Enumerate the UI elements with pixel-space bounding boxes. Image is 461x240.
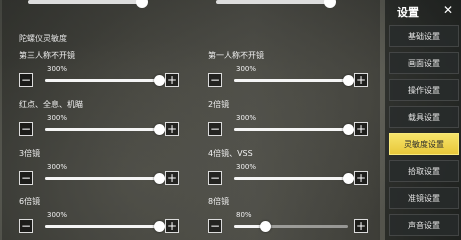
increase-button[interactable]: + [354,73,368,87]
setting-label: 红点、全息、机瞄 [19,100,83,109]
decrease-button[interactable]: − [208,219,222,233]
increase-button[interactable]: + [165,219,179,233]
slider-knob[interactable] [343,124,354,135]
decrease-button[interactable]: − [208,122,222,136]
sidebar-item-sensitivity[interactable]: 灵敏度设置 [389,133,459,155]
close-icon[interactable]: ✕ [443,3,453,17]
setting-6x-scope: 6倍镜 300% − + [19,196,179,236]
setting-label: 3倍镜 [19,149,41,158]
slider-fill [45,177,159,180]
top-slider-left[interactable] [28,0,148,8]
setting-third-person-no-scope: 第三人称不开镜 300% − + [19,50,179,90]
setting-label: 4倍镜、VSS [208,149,253,158]
increase-button[interactable]: + [354,219,368,233]
increase-button[interactable]: + [165,73,179,87]
increase-button[interactable]: + [354,171,368,185]
increase-button[interactable]: + [165,122,179,136]
slider-knob[interactable] [343,75,354,86]
setting-first-person-no-scope: 第一人称不开镜 300% − + [208,50,368,90]
slider-fill [45,128,159,131]
top-sliders-partial [2,0,380,10]
slider-fill [45,225,159,228]
decrease-button[interactable]: − [19,171,33,185]
sensitivity-slider[interactable] [234,124,354,135]
slider-knob[interactable] [154,221,165,232]
setting-value: 300% [47,114,68,122]
decrease-button[interactable]: − [208,171,222,185]
sidebar-item-graphics[interactable]: 画面设置 [389,52,459,74]
top-slider-left-knob[interactable] [136,0,148,8]
setting-label: 第一人称不开镜 [208,51,264,60]
setting-2x-scope: 2倍镜 300% − + [208,99,368,139]
slider-knob[interactable] [260,221,271,232]
sensitivity-slider[interactable] [234,221,348,232]
sidebar-item-basic[interactable]: 基础设置 [389,25,459,47]
sensitivity-panel: 陀螺仪灵敏度 第三人称不开镜 300% − + 第一人称不开镜 300% − +… [2,0,380,240]
slider-knob[interactable] [343,173,354,184]
slider-fill [234,79,348,82]
setting-value: 80% [236,211,252,219]
sensitivity-slider[interactable] [234,173,354,184]
sensitivity-slider[interactable] [45,75,165,86]
sensitivity-slider[interactable] [234,75,354,86]
setting-value: 300% [47,65,68,73]
setting-label: 8倍镜 [208,197,230,206]
setting-3x-scope: 3倍镜 300% − + [19,148,179,188]
section-title: 陀螺仪灵敏度 [19,34,67,43]
setting-red-dot-holo-iron: 红点、全息、机瞄 300% − + [19,99,179,139]
sensitivity-slider[interactable] [45,173,165,184]
decrease-button[interactable]: − [208,73,222,87]
top-slider-right[interactable] [216,0,336,8]
setting-value: 300% [47,163,68,171]
top-slider-right-knob[interactable] [324,0,336,8]
sensitivity-slider[interactable] [45,221,165,232]
setting-label: 6倍镜 [19,197,41,206]
slider-knob[interactable] [154,124,165,135]
slider-knob[interactable] [154,173,165,184]
setting-label: 2倍镜 [208,100,230,109]
sidebar-item-controls[interactable]: 操作设置 [389,79,459,101]
setting-value: 300% [236,114,257,122]
slider-fill [234,177,348,180]
sidebar-item-vehicle[interactable]: 载具设置 [389,106,459,128]
decrease-button[interactable]: − [19,122,33,136]
setting-value: 300% [47,211,68,219]
decrease-button[interactable]: − [19,73,33,87]
settings-sidebar: 设置 ✕ 基础设置 画面设置 操作设置 载具设置 灵敏度设置 拾取设置 准镜设置… [385,0,461,240]
sensitivity-slider[interactable] [45,124,165,135]
setting-label: 第三人称不开镜 [19,51,75,60]
setting-4x-vss-scope: 4倍镜、VSS 300% − + [208,148,368,188]
sidebar-header: 设置 ✕ [385,0,461,22]
setting-8x-scope: 8倍镜 80% − + [208,196,368,236]
slider-fill [45,79,159,82]
increase-button[interactable]: + [354,122,368,136]
slider-knob[interactable] [154,75,165,86]
decrease-button[interactable]: − [19,219,33,233]
setting-value: 300% [236,163,257,171]
sidebar-item-pickup[interactable]: 拾取设置 [389,160,459,182]
setting-value: 300% [236,65,257,73]
sidebar-item-sound[interactable]: 声音设置 [389,214,459,236]
increase-button[interactable]: + [165,171,179,185]
slider-fill [234,128,348,131]
sidebar-title: 设置 [397,6,419,19]
sidebar-item-crosshair[interactable]: 准镜设置 [389,187,459,209]
